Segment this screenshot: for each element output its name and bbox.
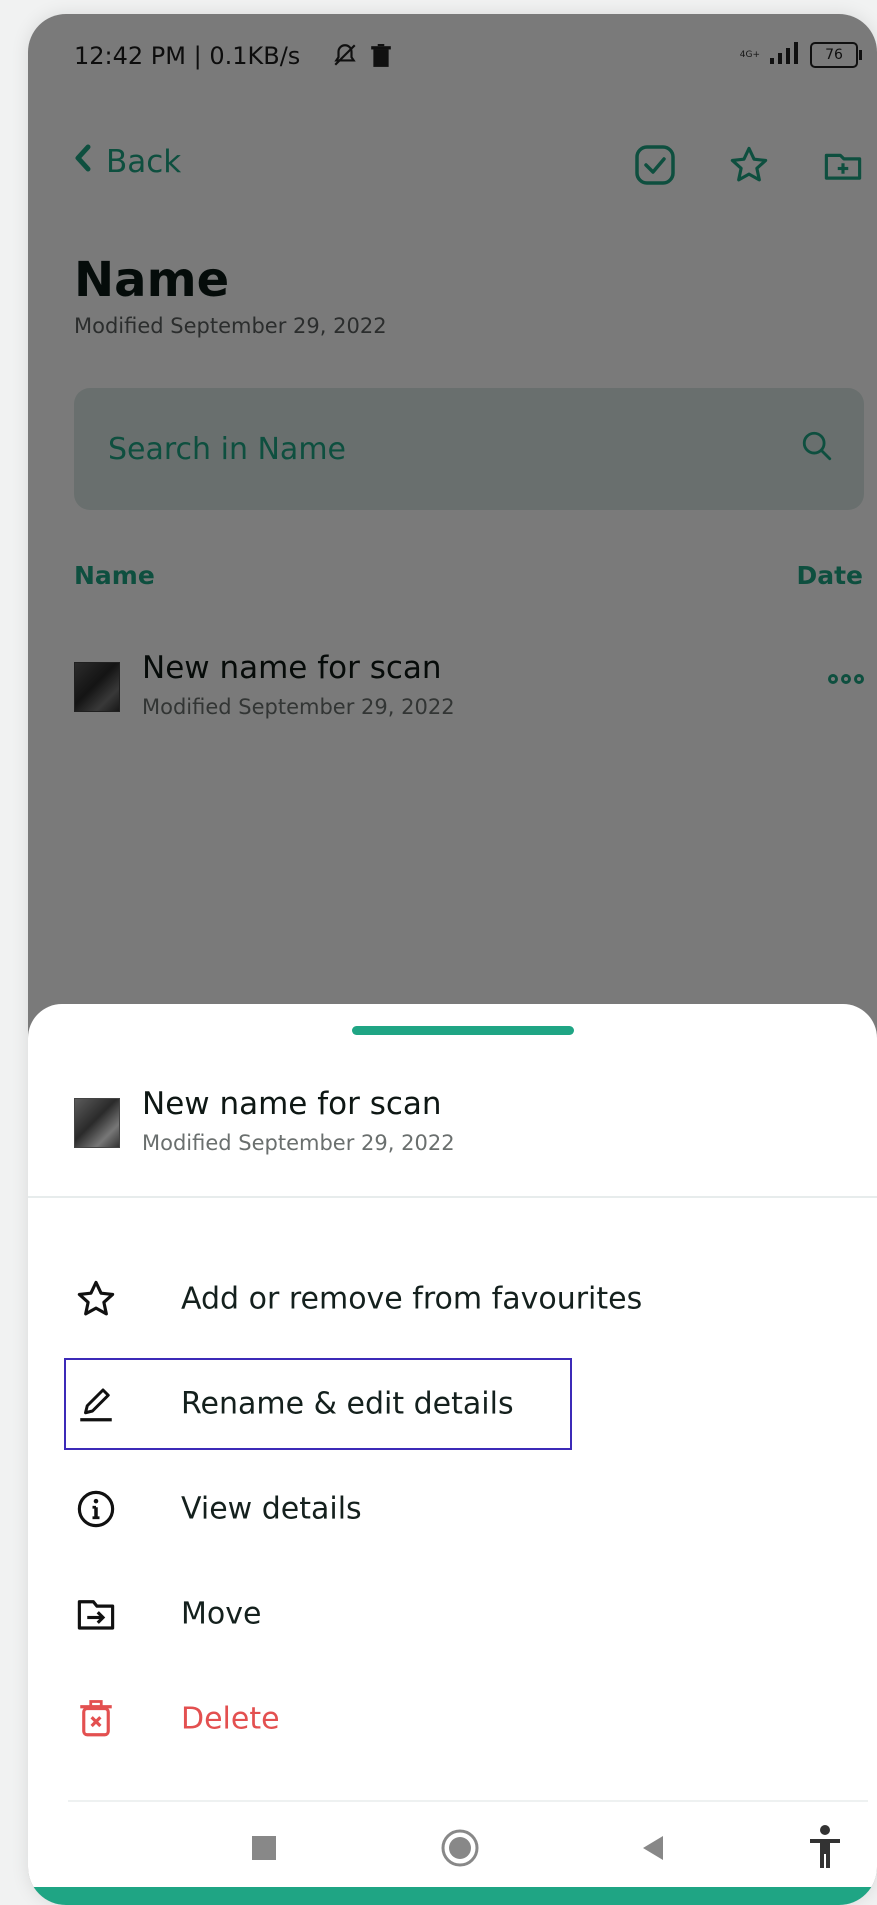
info-icon xyxy=(74,1487,118,1531)
device-bottom-edge xyxy=(28,1887,877,1905)
signal-icon xyxy=(770,42,800,68)
system-nav-bar xyxy=(28,1816,877,1886)
search-placeholder[interactable]: Search in Name xyxy=(108,432,346,467)
menu-item-view-details[interactable]: View details xyxy=(74,1474,864,1544)
menu-item-label: View details xyxy=(181,1491,362,1527)
sheet-document-modified: Modified September 29, 2022 xyxy=(142,1131,455,1155)
check-square-icon[interactable] xyxy=(634,144,676,186)
status-bar: 12:42 PM | 0.1KB/s 4G+ 76 xyxy=(74,36,864,80)
sheet-document-title: New name for scan xyxy=(142,1086,442,1122)
accessibility-icon[interactable] xyxy=(808,1824,842,1874)
sheet-divider xyxy=(28,1196,877,1198)
home-icon[interactable] xyxy=(440,1828,480,1872)
document-thumbnail xyxy=(74,1098,120,1148)
document-title: New name for scan xyxy=(142,650,442,686)
status-right: 4G+ 76 xyxy=(739,42,862,68)
menu-item-label: Add or remove from favourites xyxy=(181,1281,643,1317)
mute-icon xyxy=(332,42,358,72)
star-icon[interactable] xyxy=(728,144,770,186)
trash-icon xyxy=(74,1697,118,1741)
back-triangle-icon[interactable] xyxy=(641,1834,665,1866)
more-options-icon[interactable] xyxy=(828,674,864,684)
move-folder-icon xyxy=(74,1592,118,1636)
nav-divider xyxy=(68,1800,868,1802)
chevron-left-icon xyxy=(74,144,92,180)
column-header-date[interactable]: Date xyxy=(796,561,863,590)
top-actions xyxy=(634,144,864,186)
document-thumbnail xyxy=(74,662,120,712)
highlight-box xyxy=(64,1358,572,1450)
back-button[interactable]: Back xyxy=(74,144,181,180)
sheet-drag-handle[interactable] xyxy=(352,1026,574,1035)
page-title: Name xyxy=(74,252,230,308)
document-modified: Modified September 29, 2022 xyxy=(142,695,455,719)
battery-icon: 76 xyxy=(810,42,862,68)
star-icon xyxy=(74,1277,118,1321)
menu-item-label: Move xyxy=(181,1596,262,1632)
back-label: Back xyxy=(106,144,182,180)
menu-item-delete[interactable]: Delete xyxy=(74,1684,864,1754)
recents-icon[interactable] xyxy=(252,1836,276,1864)
list-item[interactable]: New name for scan Modified September 29,… xyxy=(74,650,864,730)
add-folder-icon[interactable] xyxy=(822,144,864,186)
bottom-sheet: New name for scan Modified September 29,… xyxy=(28,1004,877,1905)
menu-item-favourites[interactable]: Add or remove from favourites xyxy=(74,1264,864,1334)
phone-frame: 12:42 PM | 0.1KB/s 4G+ 76 Back Name Modi… xyxy=(28,14,877,1905)
status-time-speed: 12:42 PM | 0.1KB/s xyxy=(74,42,301,70)
top-bar: Back xyxy=(74,144,864,204)
search-bar[interactable]: Search in Name xyxy=(74,388,864,510)
sheet-document-header: New name for scan Modified September 29,… xyxy=(74,1086,864,1166)
menu-item-label: Delete xyxy=(181,1701,280,1737)
menu-item-move[interactable]: Move xyxy=(74,1579,864,1649)
column-header-name[interactable]: Name xyxy=(74,561,155,590)
search-icon[interactable] xyxy=(800,428,834,468)
page-subtitle: Modified September 29, 2022 xyxy=(74,314,387,338)
trash-status-icon xyxy=(370,44,392,72)
network-label: 4G+ xyxy=(739,49,760,60)
